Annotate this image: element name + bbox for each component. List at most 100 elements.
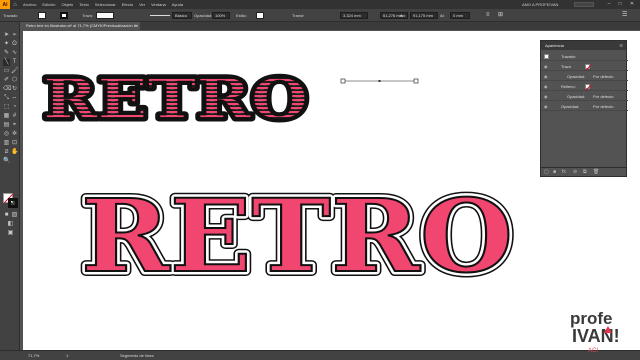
- appearance-object-row[interactable]: Trazado: [541, 52, 628, 61]
- width-field[interactable]: 91,175 mm: [410, 12, 438, 19]
- perspective-grid-tool-icon[interactable]: ▦: [3, 113, 10, 120]
- workspace-profile[interactable]: AMO A PROFEIVAN: [522, 0, 558, 9]
- scale-tool-icon[interactable]: ⤡: [3, 95, 10, 102]
- brush-style-field[interactable]: Básico: [172, 12, 192, 19]
- shape-builder-tool-icon[interactable]: ◔: [11, 104, 18, 111]
- menu-ayuda[interactable]: Ayuda: [169, 2, 186, 7]
- zoom-level[interactable]: 71,7%: [28, 353, 39, 359]
- stroke-color-icon[interactable]: [8, 198, 18, 208]
- width-tool-icon[interactable]: ⇔: [11, 95, 18, 102]
- delete-item-icon[interactable]: 🗑: [593, 169, 599, 175]
- draw-mode-icon[interactable]: ◧: [7, 221, 14, 228]
- menu-ventana[interactable]: Ventana: [148, 2, 169, 7]
- mesh-tool-icon[interactable]: #: [11, 113, 18, 120]
- x-field[interactable]: 3,324 mm: [340, 12, 368, 19]
- home-icon[interactable]: ⌂: [10, 0, 20, 9]
- appearance-fill-opacity-row[interactable]: ◉ Opacidad: Por defecto: [541, 92, 628, 101]
- free-transform-tool-icon[interactable]: ⬚: [3, 104, 10, 111]
- document-tab[interactable]: Retro text en Illustrator.ai* al 71,7% (…: [22, 22, 140, 36]
- align-icon[interactable]: ≡: [486, 12, 490, 19]
- appearance-object-opacity-row[interactable]: ◉ Opacidad: Por defecto: [541, 102, 628, 111]
- transform-label[interactable]: Transf:: [292, 12, 304, 19]
- column-graph-tool-icon[interactable]: ▥: [3, 140, 10, 147]
- stroke-profile-preview[interactable]: [150, 15, 170, 16]
- height-field[interactable]: 0 mm: [450, 12, 470, 19]
- rectangle-tool-icon[interactable]: ▭: [3, 68, 10, 75]
- pencil-tool-icon[interactable]: ✐: [3, 77, 10, 84]
- anchor-end[interactable]: [413, 78, 419, 84]
- fill-none-swatch[interactable]: [585, 84, 590, 89]
- minimize-button[interactable]: –: [604, 0, 614, 9]
- retro-large-fill: RETRO: [81, 177, 513, 295]
- add-fill-icon[interactable]: ■: [553, 169, 556, 175]
- add-stroke-icon[interactable]: ▢: [544, 169, 549, 175]
- visibility-eye-icon[interactable]: ◉: [544, 82, 548, 91]
- search-input[interactable]: [574, 2, 594, 7]
- duplicate-item-icon[interactable]: ⧉: [583, 169, 587, 175]
- graphic-style-swatch[interactable]: [256, 12, 264, 19]
- width-label: An:: [400, 13, 407, 18]
- retro-large-group[interactable]: RETRO RETRO RETRO: [76, 172, 518, 300]
- clear-appearance-icon[interactable]: ⊘: [573, 169, 577, 175]
- panel-menu-icon[interactable]: ☰: [622, 12, 627, 19]
- appearance-fill-row[interactable]: ◉ Relleno:: [541, 82, 628, 91]
- eraser-tool-icon[interactable]: ⌫: [3, 86, 11, 93]
- menu-efecto[interactable]: Efecto: [119, 2, 136, 7]
- close-tab-icon[interactable]: ✕: [134, 22, 137, 30]
- artboard-number[interactable]: 1: [66, 353, 68, 359]
- retro-small-group[interactable]: RETRO RETRO: [40, 63, 312, 135]
- type-tool-icon[interactable]: T: [11, 59, 18, 66]
- lasso-tool-icon[interactable]: ʘ: [11, 41, 18, 48]
- eyedropper-tool-icon[interactable]: ⌖: [11, 122, 18, 129]
- screen-mode-icon[interactable]: ▣: [7, 230, 14, 237]
- opacity-field[interactable]: 100%: [212, 12, 230, 19]
- rotate-tool-icon[interactable]: ↻: [11, 86, 18, 93]
- curvature-tool-icon[interactable]: ∿: [11, 50, 18, 57]
- appearance-stroke-opacity-row[interactable]: ◉ Opacidad: Por defecto: [541, 72, 628, 81]
- stroke-none-swatch[interactable]: [585, 64, 590, 69]
- direct-selection-tool-icon[interactable]: ➢: [11, 32, 18, 39]
- maximize-button[interactable]: □: [615, 0, 625, 9]
- tools-panel: ➤ ➢ ✦ ʘ ✎ ∿ ╲ T ▭ 🖌 ✐ ⬡ ⌫ ↻ ⤡ ⇔ ⬚ ◔ ▦ # …: [0, 22, 20, 350]
- magic-wand-tool-icon[interactable]: ✦: [3, 41, 10, 48]
- selection-tool-icon[interactable]: ➤: [3, 32, 10, 39]
- appearance-stroke-row[interactable]: ◉ Trazo: [541, 62, 628, 71]
- blend-tool-icon[interactable]: ◎: [3, 131, 10, 138]
- paintbrush-tool-icon[interactable]: 🖌: [11, 68, 19, 75]
- opacity-row-label: Opacidad:: [561, 104, 580, 109]
- visibility-eye-icon[interactable]: ◉: [544, 72, 548, 81]
- selected-line-segment[interactable]: [340, 78, 419, 84]
- menu-edicion[interactable]: Edición: [39, 2, 58, 7]
- appearance-header[interactable]: Apariencia ☰: [541, 41, 626, 50]
- appearance-object-label: Trazado: [561, 54, 576, 59]
- menu-objeto[interactable]: Objeto: [58, 2, 76, 7]
- hand-tool-icon[interactable]: ✋: [11, 149, 18, 156]
- menu-seleccionar[interactable]: Seleccionar: [92, 2, 119, 7]
- close-button[interactable]: ✕: [627, 0, 637, 9]
- panel-menu-icon[interactable]: ☰: [619, 41, 623, 50]
- fill-swatch[interactable]: [38, 12, 46, 19]
- zoom-tool-icon[interactable]: 🔍: [3, 158, 10, 165]
- visibility-eye-icon[interactable]: ◉: [544, 92, 548, 101]
- visibility-eye-icon[interactable]: ◉: [544, 102, 548, 111]
- slice-tool-icon[interactable]: ⧄: [3, 149, 10, 156]
- transform-icon[interactable]: ⊞: [498, 12, 503, 19]
- menu-archivo[interactable]: Archivo: [20, 2, 39, 7]
- anchor-start[interactable]: [340, 78, 346, 84]
- current-tool-name[interactable]: Segmento de línea: [120, 353, 154, 359]
- symbol-sprayer-tool-icon[interactable]: ✲: [11, 131, 18, 138]
- menu-ver[interactable]: Ver: [136, 2, 148, 7]
- shaper-tool-icon[interactable]: ⬡: [11, 77, 18, 84]
- stroke-weight-field[interactable]: [96, 12, 114, 19]
- gradient-tool-icon[interactable]: ▤: [3, 122, 10, 129]
- pen-tool-icon[interactable]: ✎: [3, 50, 10, 57]
- app-logo: Ai: [0, 0, 10, 9]
- artboard-tool-icon[interactable]: ⊡: [11, 140, 18, 147]
- stroke-swatch[interactable]: [60, 12, 68, 19]
- add-effect-icon[interactable]: fx: [562, 169, 566, 175]
- visibility-eye-icon[interactable]: ◉: [544, 62, 548, 71]
- gradient-mode-icon[interactable]: ▧: [11, 212, 18, 219]
- line-segment-tool-icon[interactable]: ╲: [3, 59, 10, 66]
- menu-texto[interactable]: Texto: [76, 2, 92, 7]
- color-mode-icon[interactable]: ■: [3, 212, 10, 219]
